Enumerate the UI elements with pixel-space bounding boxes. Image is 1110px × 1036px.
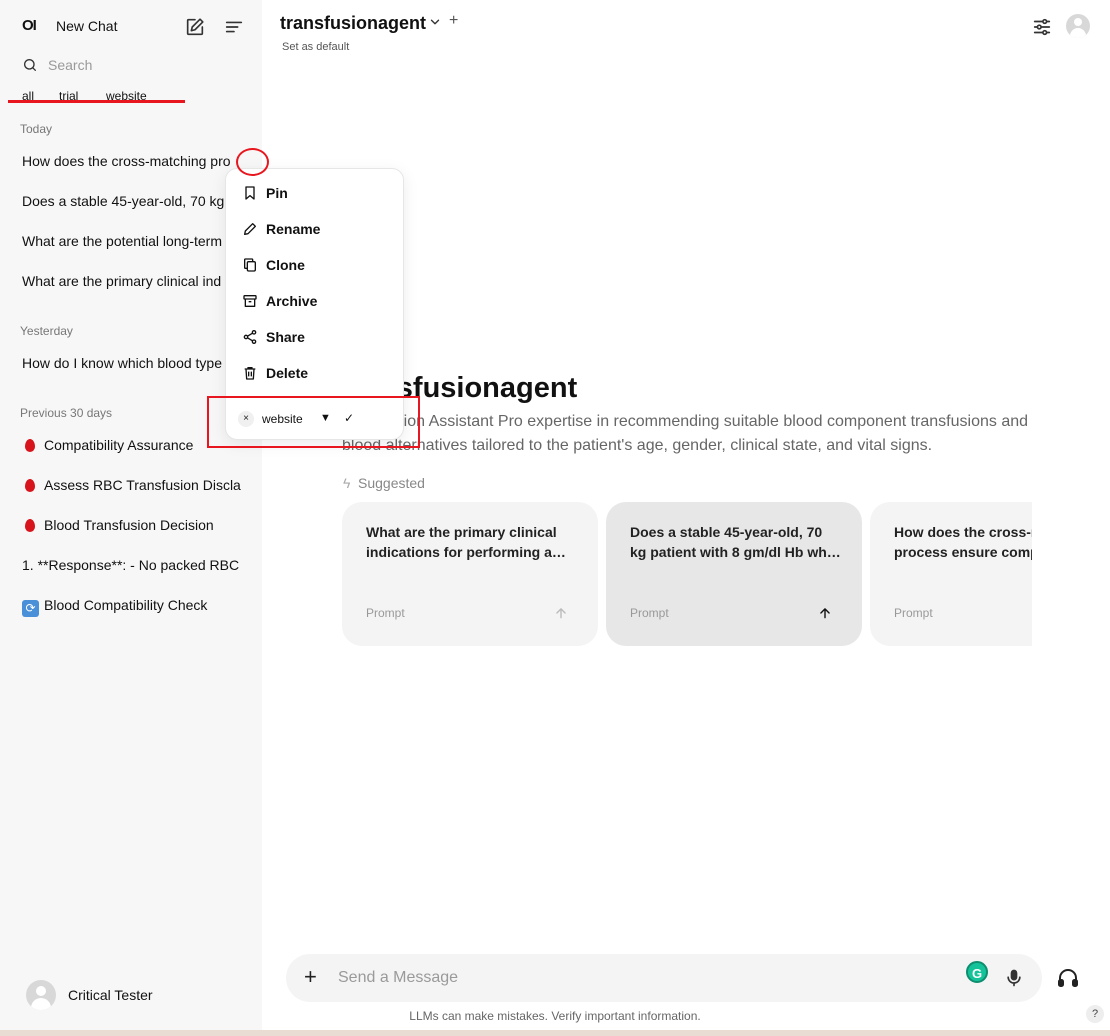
menu-item-clone[interactable]: Clone	[226, 247, 403, 283]
chat-item-title: 1. **Response**: - No packed RBC	[22, 557, 240, 573]
suggested-label: ϟ Suggested	[343, 475, 425, 491]
sidebar: OI New Chat all trial websi	[0, 0, 262, 1030]
user-name: Critical Tester	[68, 987, 153, 1003]
controls-sliders-icon[interactable]	[1031, 16, 1053, 38]
chat-item-title: Blood Compatibility Check	[44, 597, 208, 613]
chat-item[interactable]: What are the potential long-term	[22, 233, 244, 255]
section-yesterday-label: Yesterday	[20, 324, 73, 338]
add-model-icon[interactable]: +	[449, 12, 458, 30]
clone-icon	[244, 258, 256, 272]
chat-item[interactable]: 1. **Response**: - No packed RBC	[22, 557, 244, 579]
share-icon	[243, 330, 257, 344]
app-logo[interactable]: OI	[22, 17, 44, 37]
chat-item-title: Assess RBC Transfusion Discla	[44, 477, 241, 493]
menu-item-label: Clone	[266, 257, 305, 273]
microphone-icon[interactable]	[1004, 967, 1024, 989]
message-input[interactable]	[338, 966, 898, 990]
menu-item-label: Share	[266, 329, 305, 345]
menu-item-pin[interactable]: Pin	[226, 175, 403, 211]
add-attachment-icon[interactable]: +	[304, 966, 317, 988]
chat-item[interactable]: How do I know which blood type	[22, 355, 244, 377]
suggestion-text: What are the primary clinical indication…	[366, 524, 557, 560]
grammarly-icon[interactable]: G	[966, 961, 988, 983]
arrow-up-icon	[820, 608, 830, 619]
blood-drop-icon	[22, 517, 38, 533]
search-input[interactable]	[48, 54, 238, 76]
chat-item[interactable]: Blood Transfusion Decision	[22, 517, 244, 539]
menu-item-label: Archive	[266, 293, 318, 309]
sidebar-header: OI New Chat	[0, 0, 262, 54]
chat-item[interactable]: Assess RBC Transfusion Discla	[22, 477, 244, 499]
suggestion-text: How does the cross-matching process ensu…	[894, 524, 1032, 560]
sidebar-search	[20, 54, 240, 78]
bookmark-icon	[245, 186, 255, 200]
chat-item-title: Blood Transfusion Decision	[44, 517, 214, 533]
menu-item-delete[interactable]: Delete	[226, 355, 403, 391]
message-composer: + G	[286, 954, 1042, 1002]
chat-item[interactable]: ⟳ Blood Compatibility Check	[22, 597, 244, 619]
suggestion-card[interactable]: Does a stable 45-year-old, 70 kg patient…	[606, 502, 862, 646]
arrow-up-icon	[556, 608, 566, 619]
suggestion-footer: Prompt	[366, 606, 405, 620]
suggestion-card[interactable]: How does the cross-matching process ensu…	[870, 502, 1032, 646]
suggestion-footer: Prompt	[630, 606, 669, 620]
app-window: OI New Chat all trial websi	[0, 0, 1110, 1030]
section-today-label: Today	[20, 122, 53, 136]
model-selector[interactable]: transfusionagent	[280, 13, 426, 34]
menu-item-share[interactable]: Share	[226, 319, 403, 355]
menu-item-label: Pin	[266, 185, 288, 201]
menu-item-rename[interactable]: Rename	[226, 211, 403, 247]
suggestion-footer: Prompt	[894, 606, 933, 620]
chevron-down-icon[interactable]	[428, 15, 442, 29]
suggestion-card[interactable]: What are the primary clinical indication…	[342, 502, 598, 646]
blood-drop-icon	[22, 477, 38, 493]
blood-drop-icon	[22, 437, 38, 453]
new-chat-label[interactable]: New Chat	[56, 18, 117, 34]
chat-item[interactable]: What are the primary clinical ind	[22, 273, 244, 295]
set-as-default-link[interactable]: Set as default	[282, 41, 349, 53]
chat-item[interactable]: How does the cross-matching pro	[22, 153, 244, 175]
archive-icon	[243, 295, 257, 307]
section-previous-30-days-label: Previous 30 days	[20, 406, 113, 420]
avatar	[26, 980, 56, 1010]
header-avatar[interactable]	[1066, 14, 1090, 38]
menu-item-label: Rename	[266, 221, 321, 237]
menu-item-label: Delete	[266, 365, 309, 381]
help-button[interactable]: ?	[1086, 1005, 1104, 1023]
disclaimer-text: LLMs can make mistakes. Verify important…	[409, 1009, 701, 1023]
new-chat-edit-icon[interactable]	[184, 16, 206, 38]
sidebar-menu-icon[interactable]	[223, 16, 245, 38]
chat-item-title: Compatibility Assurance	[44, 437, 194, 453]
menu-item-archive[interactable]: Archive	[226, 283, 403, 319]
chat-item[interactable]: Does a stable 45-year-old, 70 kg	[22, 193, 244, 215]
suggested-cards: What are the primary clinical indication…	[342, 502, 1032, 646]
pencil-icon	[244, 223, 256, 235]
annotation-ellipse	[236, 148, 269, 176]
headphones-icon[interactable]	[1056, 966, 1080, 990]
suggested-text: Suggested	[358, 475, 425, 491]
model-description: Transfusion Assistant Pro expertise in r…	[342, 413, 1029, 454]
annotation-rectangle	[207, 396, 420, 448]
trash-icon	[244, 367, 256, 380]
suggestion-text: Does a stable 45-year-old, 70 kg patient…	[630, 524, 836, 560]
bolt-icon: ϟ	[343, 475, 351, 491]
search-icon	[24, 58, 36, 71]
annotation-underline	[8, 100, 185, 103]
refresh-icon: ⟳	[22, 597, 39, 617]
